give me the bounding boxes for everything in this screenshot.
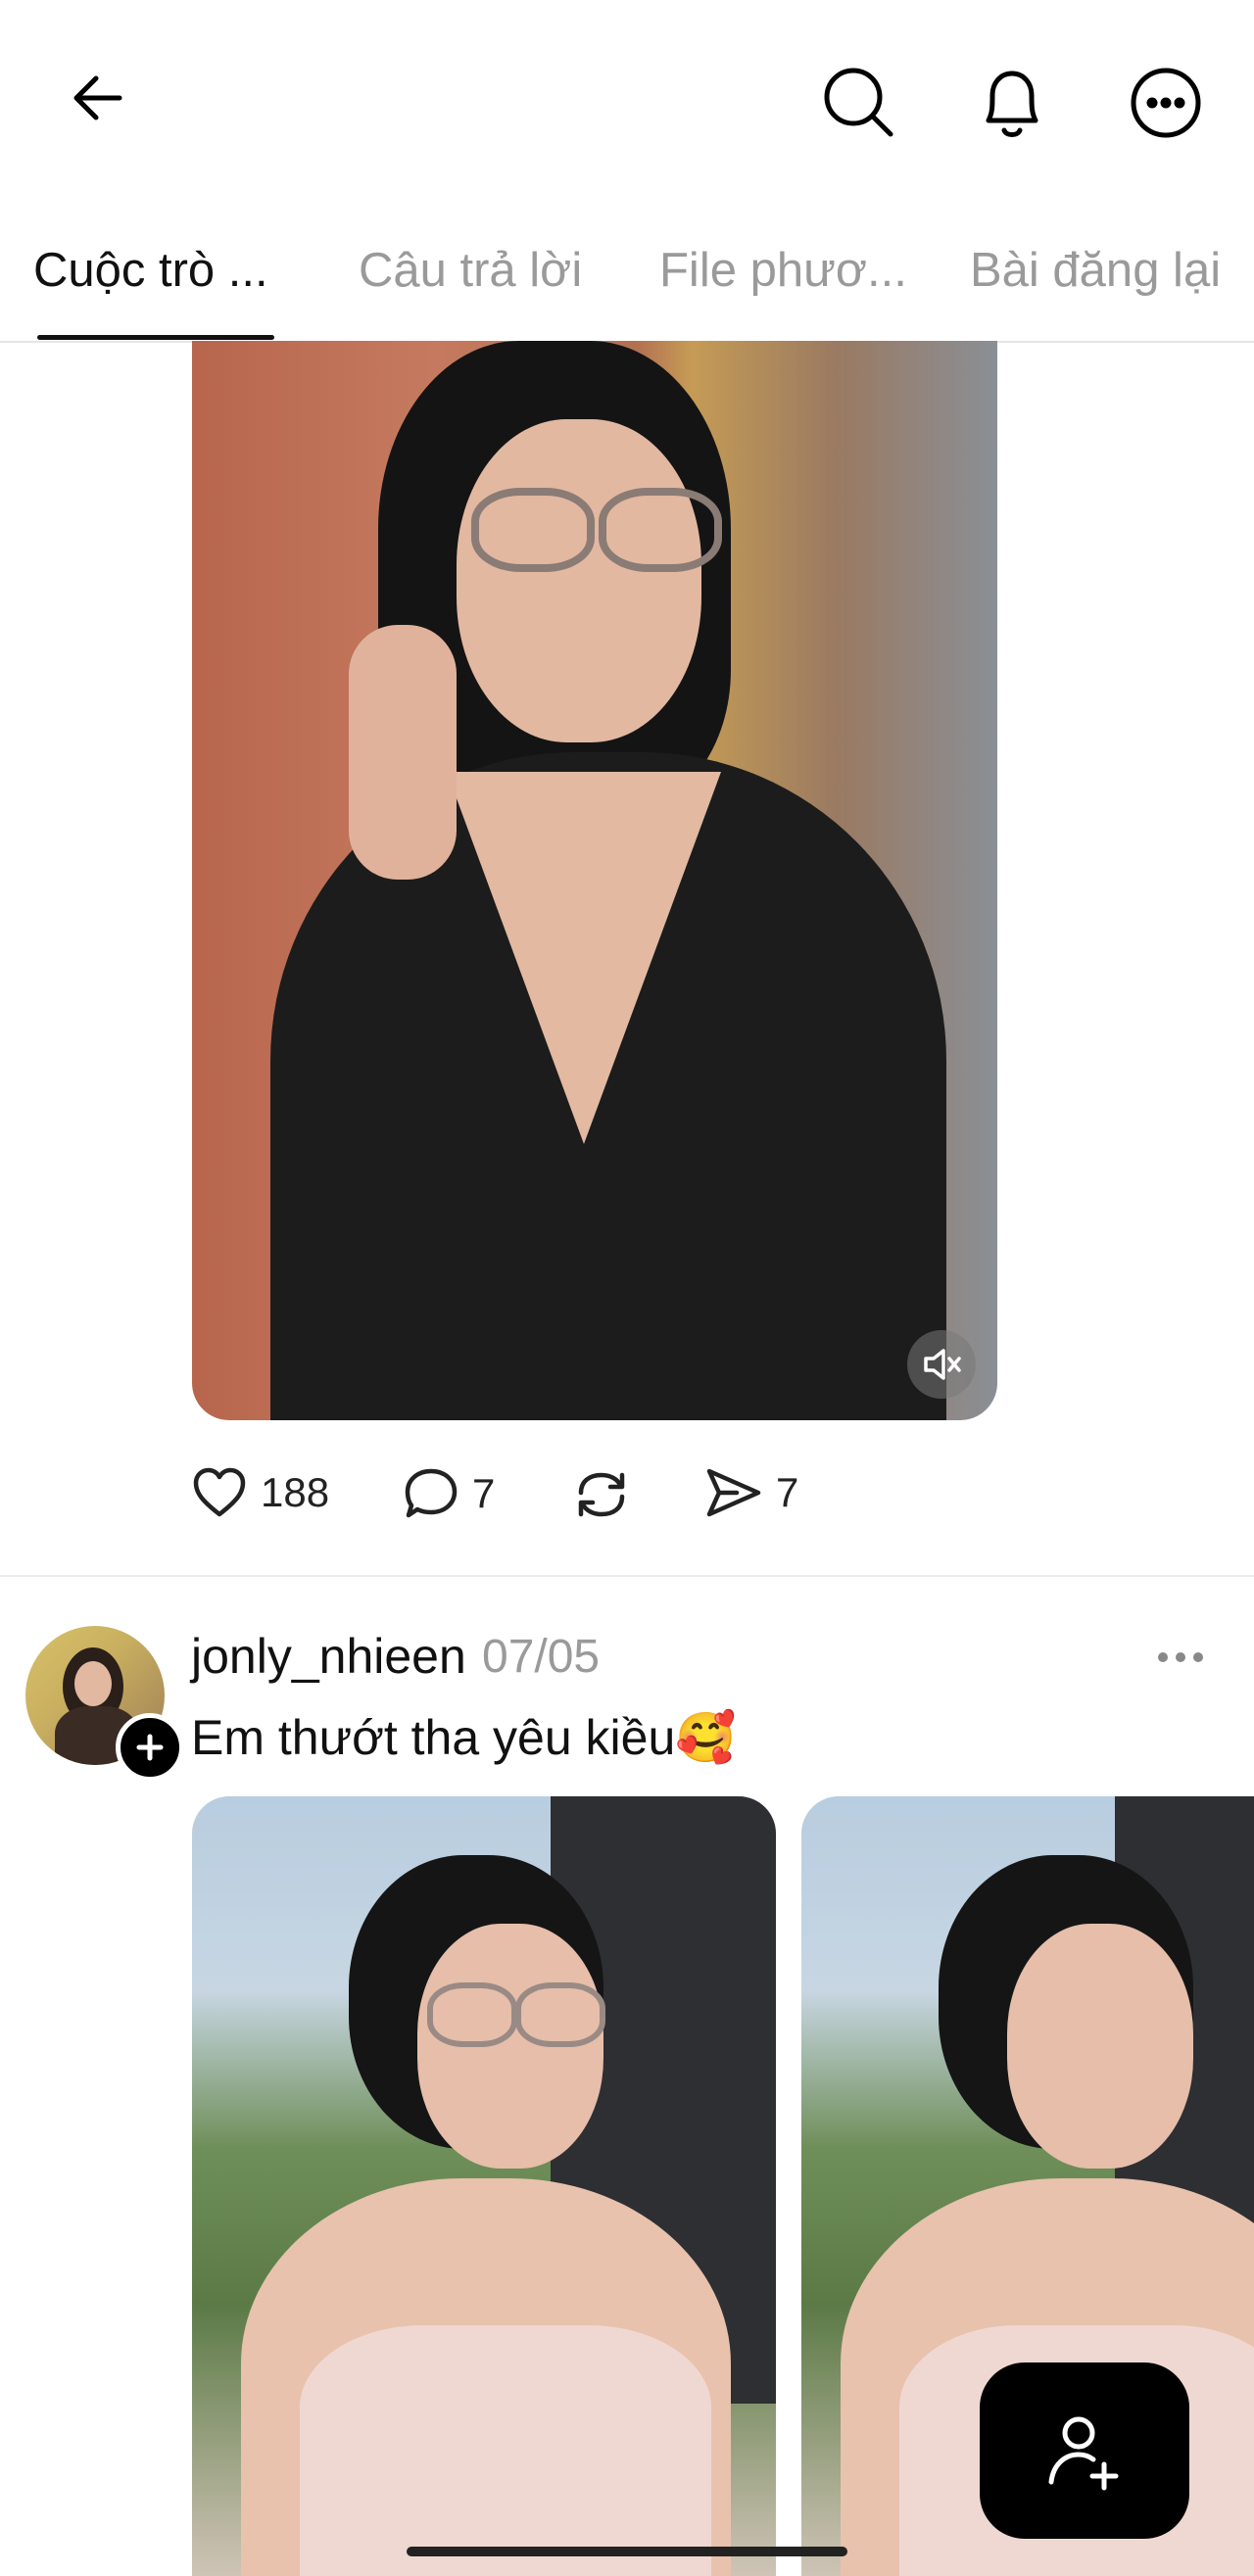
repost-button[interactable] [573, 1467, 630, 1522]
post-date: 07/05 [482, 1631, 601, 1683]
repost-icon [578, 1472, 625, 1517]
share-button[interactable]: 7 [705, 1467, 798, 1518]
heart-icon [193, 1467, 246, 1517]
comment-button[interactable]: 7 [404, 1467, 495, 1520]
more-horizontal-icon [1131, 68, 1201, 138]
share-count: 7 [776, 1469, 799, 1515]
muted-speaker-icon [924, 1349, 961, 1380]
like-button[interactable]: 188 [192, 1467, 329, 1518]
post-more-button[interactable] [1146, 1638, 1215, 1677]
bell-icon [986, 71, 1038, 137]
tab-reposts[interactable]: Bài đăng lại [970, 243, 1221, 298]
follow-plus-badge[interactable] [116, 1713, 184, 1782]
plus-icon [136, 1734, 164, 1761]
search-icon [824, 68, 893, 137]
tab-conversations[interactable]: Cuộc trò ... [33, 243, 268, 298]
add-user-icon [1048, 2416, 1119, 2491]
post-username[interactable]: jonly_nhieen [191, 1628, 466, 1685]
tab-replies[interactable]: Câu trả lời [359, 243, 582, 298]
photo-subject [270, 341, 946, 1420]
post-caption: Em thướt tha yêu kiều🥰 [191, 1710, 737, 1765]
comment-icon [405, 1468, 458, 1518]
profile-tabs: Cuộc trò ... Câu trả lời File phươ... Bà… [0, 215, 1254, 343]
back-button[interactable] [59, 59, 137, 137]
tab-media[interactable]: File phươ... [659, 243, 907, 298]
like-count: 188 [261, 1469, 330, 1515]
mute-indicator[interactable] [907, 1330, 976, 1399]
search-button[interactable] [815, 59, 903, 147]
arrow-left-icon [73, 75, 122, 120]
add-user-button[interactable] [980, 2362, 1189, 2539]
carousel-image-1[interactable] [192, 1796, 776, 2576]
more-options-button[interactable] [1122, 59, 1210, 147]
active-tab-indicator [37, 335, 274, 340]
photo-subject [241, 1855, 731, 2576]
post-divider [0, 1575, 1254, 1577]
more-horizontal-icon [1158, 1652, 1203, 1662]
send-icon [706, 1468, 761, 1517]
post-video[interactable] [192, 341, 997, 1420]
home-indicator [407, 2547, 847, 2556]
comment-count: 7 [472, 1470, 496, 1516]
notifications-button[interactable] [968, 59, 1056, 147]
